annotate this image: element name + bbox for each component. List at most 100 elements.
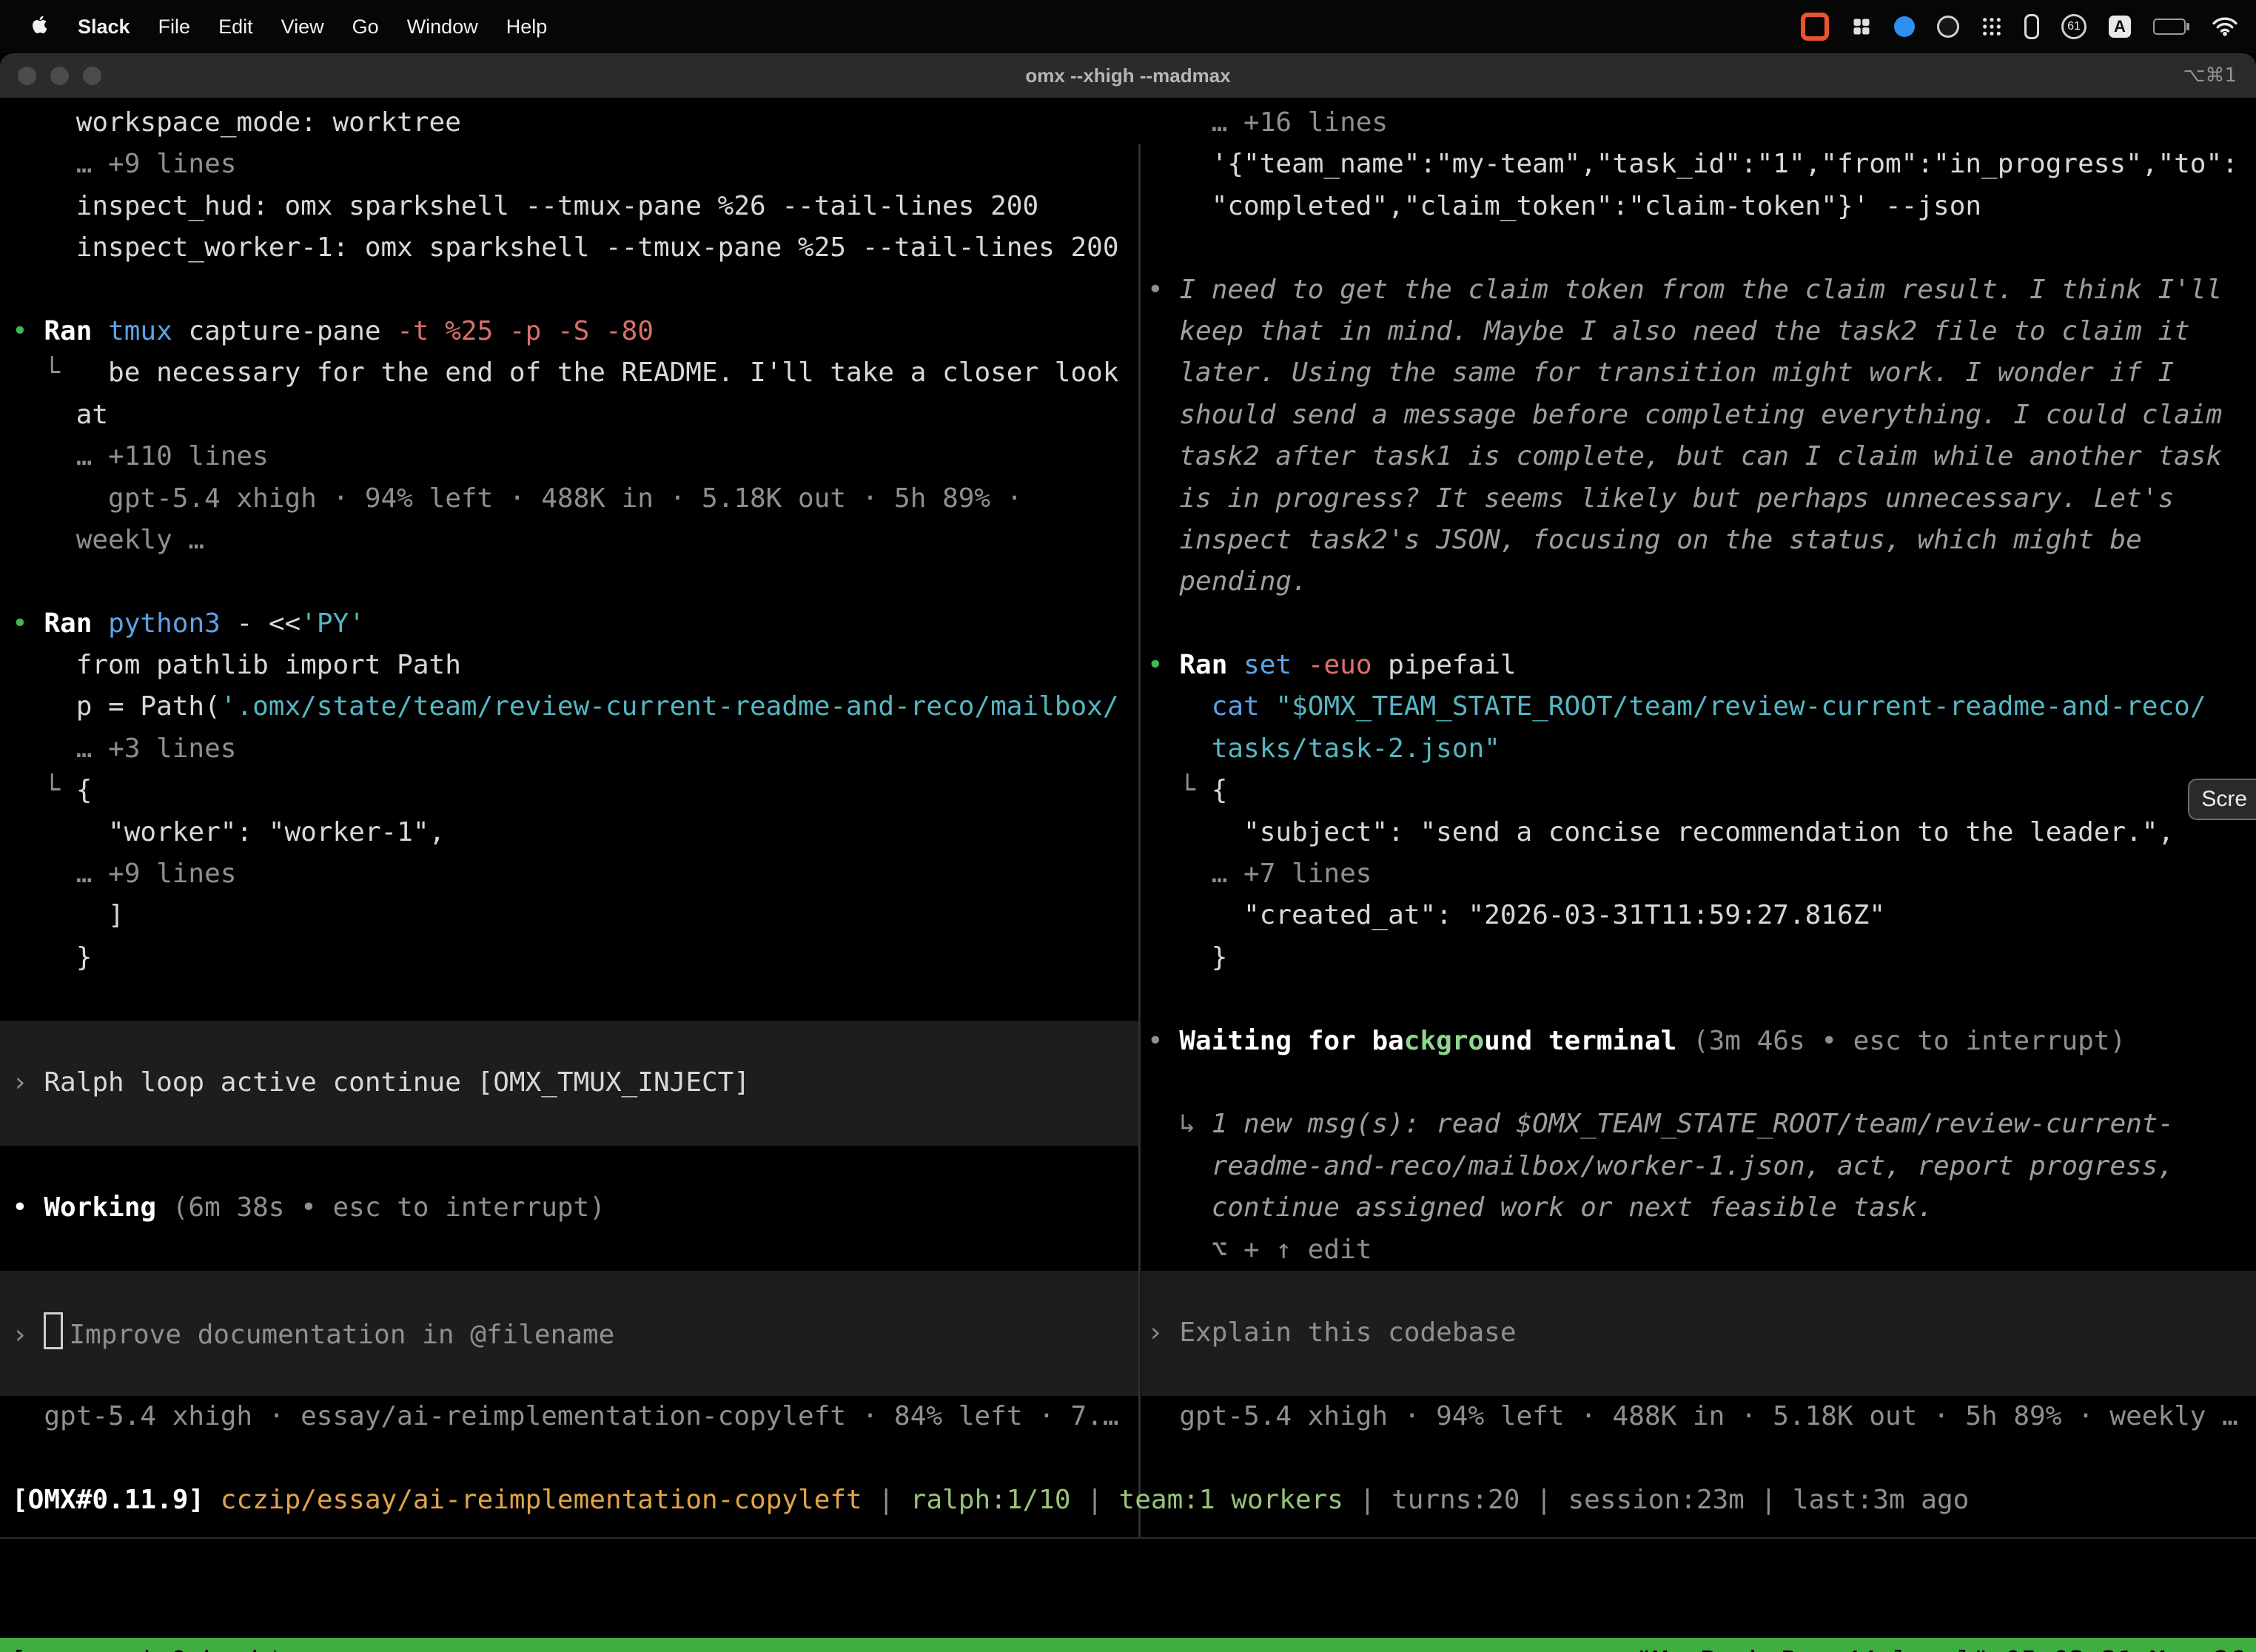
terminal-row [0, 1146, 1138, 1187]
terminal-row: readme-and-reco/mailbox/worker-1.json, a… [1141, 1146, 2256, 1187]
menu-app-name[interactable]: Slack [64, 16, 144, 38]
close-button[interactable] [18, 67, 36, 85]
zoom-button[interactable] [83, 67, 101, 85]
terminal-row: • Ran set -euo pipefail [1141, 645, 2256, 686]
dots-grid-icon[interactable] [1981, 16, 2002, 37]
menu-go[interactable]: Go [338, 16, 393, 38]
battery-icon[interactable] [2153, 19, 2189, 35]
terminal-row: should send a message before completing … [1141, 394, 2256, 436]
terminal-row: inspect_worker-1: omx sparkshell --tmux-… [0, 227, 1138, 269]
tmux-session-label: [omx-cczip0:bash* [10, 1641, 283, 1652]
terminal-row: gpt-5.4 xhigh · 94% left · 488K in · 5.1… [0, 478, 1138, 520]
terminal-row [0, 978, 1138, 1020]
menu-view[interactable]: View [267, 16, 338, 38]
terminal-row: p = Path('.omx/state/team/review-current… [0, 686, 1138, 728]
terminal-row: └ { [0, 770, 1138, 811]
menu-left: Slack File Edit View Go Window Help [18, 14, 561, 40]
terminal-row [1141, 227, 2256, 269]
terminal-row: workspace_mode: worktree [0, 102, 1138, 144]
terminal-row: … +9 lines [0, 144, 1138, 185]
terminal-row: └ { [1141, 770, 2256, 811]
pill-app-icon[interactable] [2024, 14, 2039, 39]
minimize-button[interactable] [50, 67, 69, 85]
window-title-bar[interactable]: omx --xhigh --madmax ⌥⌘1 [0, 53, 2256, 98]
terminal-row: ⌥ + ↑ edit [1141, 1229, 2256, 1271]
window-title: omx --xhigh --madmax [1025, 64, 1230, 87]
terminal-row: gpt-5.4 xhigh · essay/ai-reimplementatio… [0, 1396, 1138, 1437]
screen-notification-overlay[interactable]: Scre [2188, 779, 2256, 820]
wifi-icon[interactable] [2212, 16, 2238, 37]
terminal-row: › Explain this codebase [1141, 1312, 2256, 1354]
terminal-row: └ be necessary for the end of the README… [0, 352, 1138, 394]
terminal-row [1141, 978, 2256, 1020]
menu-status-icons: 61 A [1801, 13, 2238, 41]
menu-edit[interactable]: Edit [204, 16, 267, 38]
dark-app-icon[interactable] [1937, 16, 1959, 38]
terminal-row: [OMX#0.11.9] cczip/essay/ai-reimplementa… [0, 1480, 2256, 1521]
screen-notification-label: Scre [2201, 787, 2247, 812]
terminal-row: continue assigned work or next feasible … [1141, 1187, 2256, 1229]
terminal-row [1141, 603, 2256, 645]
apple-menu-icon[interactable] [18, 14, 64, 40]
terminal-row: weekly … [0, 520, 1138, 561]
terminal-row: … +110 lines [0, 436, 1138, 477]
macos-menu-bar: Slack File Edit View Go Window Help 61 A [0, 0, 2256, 53]
terminal-row: } [0, 937, 1138, 978]
terminal-content[interactable]: workspace_mode: worktree … +9 lines insp… [0, 98, 2256, 1652]
input-source-icon[interactable]: A [2109, 16, 2131, 38]
terminal-row: "created_at": "2026-03-31T11:59:27.816Z" [1141, 895, 2256, 936]
tmux-host-clock: "MacBook-Pro-44.local" 05:03 31-Mar-26 [1636, 1641, 2246, 1652]
apple-logo-icon [32, 14, 50, 35]
terminal-row: '{"team_name":"my-team","task_id":"1","f… [1141, 144, 2256, 185]
terminal-row: inspect_hud: omx sparkshell --tmux-pane … [0, 186, 1138, 227]
menu-file[interactable]: File [144, 16, 205, 38]
terminal-row [0, 269, 1138, 311]
menu-window[interactable]: Window [393, 16, 492, 38]
terminal-row: "subject": "send a concise recommendatio… [1141, 812, 2256, 853]
terminal-row: later. Using the same for transition mig… [1141, 352, 2256, 394]
terminal-row: is in progress? It seems likely but perh… [1141, 478, 2256, 520]
terminal-row: cat "$OMX_TEAM_STATE_ROOT/team/review-cu… [1141, 686, 2256, 728]
terminal-row: gpt-5.4 xhigh · 94% left · 488K in · 5.1… [1141, 1396, 2256, 1437]
window-shortcut-hint: ⌥⌘1 [2183, 64, 2237, 87]
omx-status-line: [OMX#0.11.9] cczip/essay/ai-reimplementa… [0, 1480, 2256, 1521]
menu-help[interactable]: Help [492, 16, 562, 38]
terminal-row: keep that in mind. Maybe I also need the… [1141, 311, 2256, 352]
terminal-row: • I need to get the claim token from the… [1141, 269, 2256, 311]
terminal-row [0, 1271, 1138, 1312]
battery-percent-badge[interactable]: 61 [2061, 14, 2087, 39]
tiles-icon[interactable] [1851, 16, 1872, 37]
terminal-row [0, 1104, 1138, 1145]
terminal-row: tasks/task-2.json" [1141, 728, 2256, 770]
terminal-row: pending. [1141, 561, 2256, 602]
tmux-status-bar: [omx-cczip0:bash* "MacBook-Pro-44.local"… [0, 1638, 2256, 1652]
tmux-pane-right[interactable]: … +16 lines '{"team_name":"my-team","tas… [1141, 102, 2256, 1438]
terminal-window: omx --xhigh --madmax ⌥⌘1 workspace_mode:… [0, 53, 2256, 1652]
text-cursor [44, 1312, 63, 1349]
terminal-row [0, 1354, 1138, 1396]
terminal-row: … +9 lines [0, 853, 1138, 895]
terminal-row [1141, 1271, 2256, 1312]
tmux-pane-left[interactable]: workspace_mode: worktree … +9 lines insp… [0, 102, 1138, 1438]
terminal-row [1141, 1354, 2256, 1396]
terminal-row [0, 1021, 1138, 1062]
terminal-row: … +3 lines [0, 728, 1138, 770]
screen-record-indicator-icon[interactable] [1801, 13, 1829, 41]
terminal-row: • Ran python3 - <<'PY' [0, 603, 1138, 645]
terminal-row: ↳ 1 new msg(s): read $OMX_TEAM_STATE_ROO… [1141, 1104, 2256, 1145]
traffic-lights [18, 67, 101, 85]
terminal-row: • Waiting for background terminal (3m 46… [1141, 1021, 2256, 1062]
terminal-row [0, 1229, 1138, 1271]
terminal-row: … +16 lines [1141, 102, 2256, 144]
terminal-row: … +7 lines [1141, 853, 2256, 895]
blue-app-icon[interactable] [1894, 16, 1915, 37]
terminal-row: inspect task2's JSON, focusing on the st… [1141, 520, 2256, 561]
pane-divider[interactable] [1138, 144, 1141, 1537]
terminal-row [0, 561, 1138, 602]
terminal-row: from pathlib import Path [0, 645, 1138, 686]
terminal-row: • Ran tmux capture-pane -t %25 -p -S -80 [0, 311, 1138, 352]
terminal-row: • Working (6m 38s • esc to interrupt) [0, 1187, 1138, 1229]
terminal-row: task2 after task1 is complete, but can I… [1141, 436, 2256, 477]
terminal-row: › Ralph loop active continue [OMX_TMUX_I… [0, 1062, 1138, 1104]
terminal-row [1141, 1062, 2256, 1104]
